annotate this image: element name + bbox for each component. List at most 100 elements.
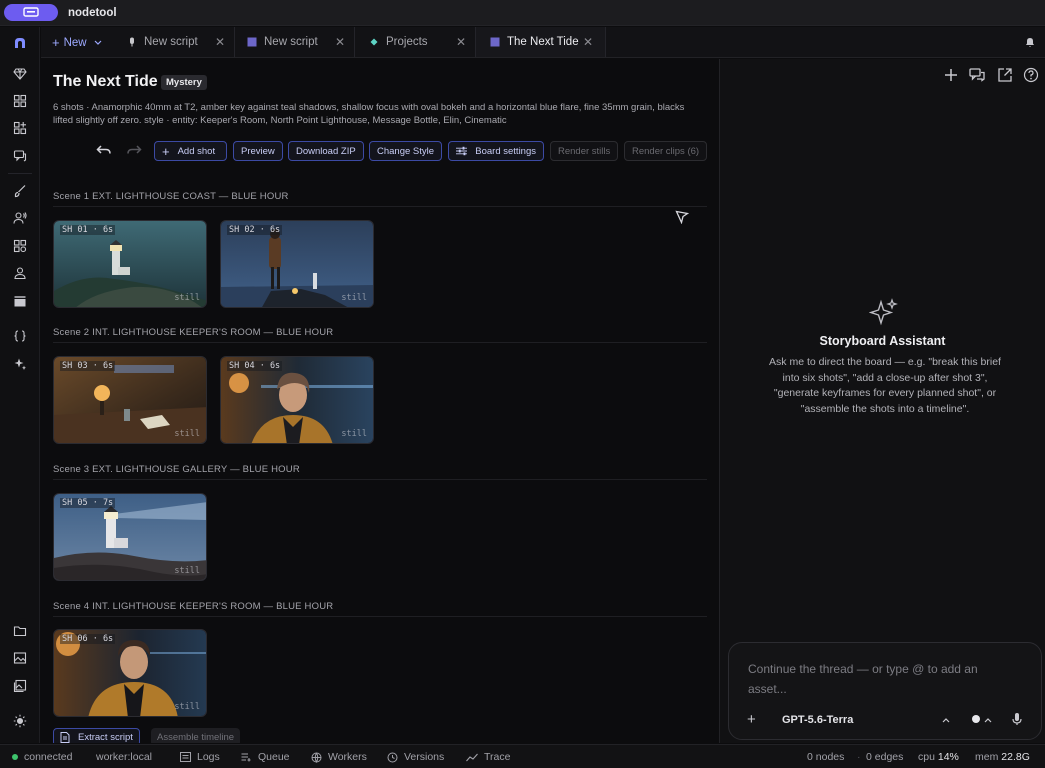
tab-new-script-2[interactable]: New script ✕ xyxy=(235,27,355,57)
render-stills-button[interactable]: Render stills xyxy=(550,141,619,161)
add-widget-icon[interactable] xyxy=(11,119,29,137)
voice-user-icon[interactable] xyxy=(11,209,29,227)
close-tab-icon[interactable]: ✕ xyxy=(215,35,225,49)
diamond-icon xyxy=(370,38,378,46)
separator-dot: · xyxy=(857,751,861,763)
chevron-up-icon[interactable] xyxy=(984,718,992,723)
person-icon[interactable] xyxy=(11,264,29,282)
edge-count: 0 edges xyxy=(866,751,904,763)
logs-icon xyxy=(180,752,191,762)
app-name: nodetool xyxy=(68,6,117,19)
grid-icon[interactable] xyxy=(11,92,29,110)
scene-header: Scene 4 INT. LIGHTHOUSE KEEPER'S ROOM — … xyxy=(53,601,334,612)
monitor-icon xyxy=(23,7,39,17)
assistant-panel: Storyboard Assistant Ask me to direct th… xyxy=(720,59,1045,743)
threads-icon[interactable] xyxy=(969,67,985,83)
sliders-icon xyxy=(456,146,468,156)
assemble-timeline-button[interactable]: Assemble timeline xyxy=(151,728,241,743)
logs-button[interactable]: Logs xyxy=(180,751,220,763)
preview-button[interactable]: Preview xyxy=(233,141,283,161)
extract-script-button[interactable]: Extract script xyxy=(53,728,140,743)
microphone-icon[interactable] xyxy=(1011,712,1023,726)
logo-icon[interactable] xyxy=(11,34,29,52)
tab-new-script-1[interactable]: New script ✕ xyxy=(115,27,235,57)
model-selector[interactable]: GPT-5.6-Terra xyxy=(782,714,853,726)
scene-header: Scene 3 EXT. LIGHTHOUSE GALLERY — BLUE H… xyxy=(53,464,300,475)
mode-dot-icon[interactable] xyxy=(972,715,980,723)
close-tab-icon[interactable]: ✕ xyxy=(335,35,345,49)
shot-card[interactable]: SH 02 · 6s still xyxy=(220,220,374,308)
change-style-button[interactable]: Change Style xyxy=(369,141,443,161)
folder-icon[interactable] xyxy=(11,622,29,640)
scene-header: Scene 2 INT. LIGHTHOUSE KEEPER'S ROOM — … xyxy=(53,327,334,338)
board-description: 6 shots · Anamorphic 40mm at T2, amber k… xyxy=(53,102,685,126)
left-sidebar xyxy=(0,27,40,743)
queue-icon xyxy=(241,753,251,762)
attach-plus-icon[interactable]: + xyxy=(747,711,756,728)
new-tab-button[interactable]: + New xyxy=(52,35,102,50)
chat-icon[interactable] xyxy=(11,147,29,165)
assistant-intro: Ask me to direct the board — e.g. "break… xyxy=(769,356,1001,415)
sparkles-icon xyxy=(869,298,898,326)
photo-stack-icon[interactable] xyxy=(11,677,29,695)
image-gallery-icon[interactable] xyxy=(11,649,29,667)
chevron-down-icon xyxy=(94,40,102,45)
shot-card[interactable]: SH 03 · 6s still xyxy=(53,356,207,444)
render-clips-button[interactable]: Render clips (6) xyxy=(624,141,708,161)
tab-the-next-tide[interactable]: The Next Tide ✕ xyxy=(476,27,606,57)
apps-icon[interactable] xyxy=(11,237,29,255)
scene-header: Scene 1 EXT. LIGHTHOUSE COAST — BLUE HOU… xyxy=(53,191,289,202)
plus-icon[interactable] xyxy=(943,67,959,83)
close-tab-icon[interactable]: ✕ xyxy=(456,35,466,49)
shot-label: SH 04 · 6s xyxy=(227,361,283,371)
shot-label: SH 05 · 7s xyxy=(60,498,116,508)
undo-icon[interactable] xyxy=(96,143,112,160)
shot-status: still xyxy=(174,702,200,712)
workers-button[interactable]: Workers xyxy=(311,751,367,763)
chevron-up-icon[interactable] xyxy=(942,718,950,723)
status-bar: connected worker:local Logs Queue Worker… xyxy=(0,744,1045,768)
open-external-icon[interactable] xyxy=(997,67,1013,83)
plus-icon: + xyxy=(162,143,170,159)
shot-card[interactable]: SH 04 · 6s still xyxy=(220,356,374,444)
gem-icon[interactable] xyxy=(11,65,29,83)
versions-button[interactable]: Versions xyxy=(387,751,444,763)
theme-toggle-icon[interactable] xyxy=(11,712,29,730)
shot-status: still xyxy=(341,429,367,439)
assistant-toolbar xyxy=(925,59,1045,91)
tab-bar: + New New script ✕ New script ✕ Projects… xyxy=(41,27,1045,58)
shot-label: SH 01 · 6s xyxy=(60,225,116,235)
tab-projects[interactable]: Projects ✕ xyxy=(355,27,476,57)
shot-status: still xyxy=(174,293,200,303)
add-shot-button[interactable]: + Add shot xyxy=(154,141,227,161)
close-tab-icon[interactable]: ✕ xyxy=(583,35,593,49)
download-zip-button[interactable]: Download ZIP xyxy=(288,141,364,161)
code-braces-icon[interactable] xyxy=(11,327,29,345)
message-input[interactable]: Continue the thread — or type @ to add a… xyxy=(748,659,1018,699)
queue-button[interactable]: Queue xyxy=(241,751,290,763)
shot-card[interactable]: SH 06 · 6s still xyxy=(53,629,207,717)
board-toolbar: + Add shot Preview Download ZIP Change S… xyxy=(91,141,711,161)
board-settings-button[interactable]: Board settings xyxy=(448,141,544,161)
worker-status: worker:local xyxy=(96,751,153,763)
pointer-cursor-icon[interactable] xyxy=(675,210,690,227)
app-menu-button[interactable] xyxy=(4,4,58,21)
redo-icon[interactable] xyxy=(126,143,142,160)
shot-label: SH 06 · 6s xyxy=(60,634,116,644)
clapperboard-icon[interactable] xyxy=(11,292,29,310)
globe-icon xyxy=(311,752,322,763)
shot-card[interactable]: SH 01 · 6s still xyxy=(53,220,207,308)
history-icon xyxy=(387,752,398,762)
trace-button[interactable]: Trace xyxy=(466,751,510,763)
bell-icon[interactable] xyxy=(1024,36,1036,48)
title-bar: nodetool xyxy=(0,0,1045,26)
sparkles-icon[interactable] xyxy=(11,355,29,373)
shot-card[interactable]: SH 05 · 7s still xyxy=(53,493,207,581)
memory-usage: mem 22.8G xyxy=(975,751,1030,763)
shot-label: SH 02 · 6s xyxy=(227,225,283,235)
brush-icon[interactable] xyxy=(11,182,29,200)
node-count: 0 nodes xyxy=(807,751,845,763)
help-icon[interactable] xyxy=(1023,67,1039,83)
assistant-title: Storyboard Assistant xyxy=(819,334,946,348)
message-composer: Continue the thread — or type @ to add a… xyxy=(728,642,1042,740)
